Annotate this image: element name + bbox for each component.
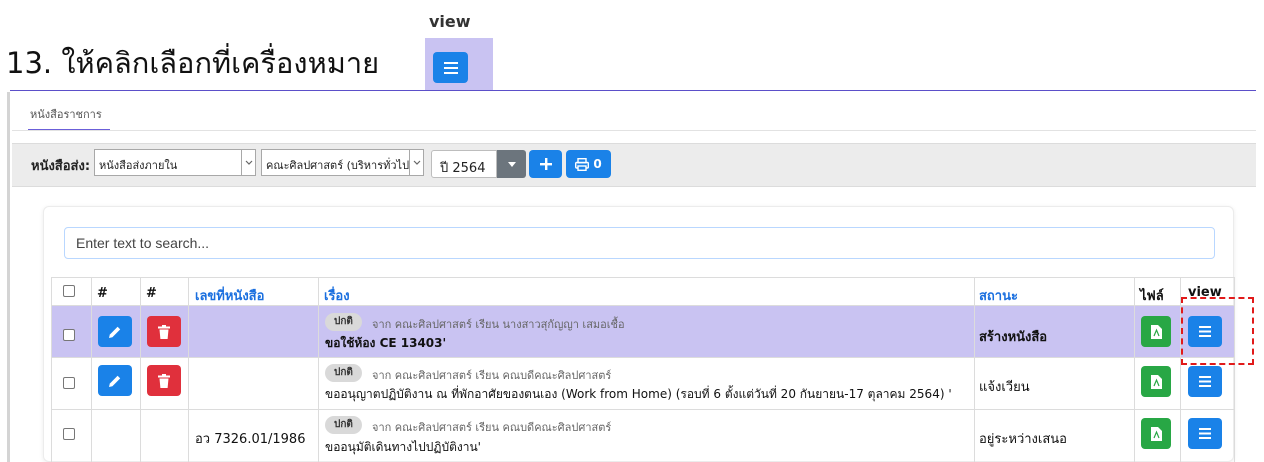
row-divider	[51, 357, 1235, 358]
header-status[interactable]: สถานะ	[979, 285, 1018, 306]
table-top-border	[51, 277, 1235, 278]
print-count: 0	[593, 157, 602, 171]
print-button[interactable]: 0	[566, 150, 611, 178]
file-pdf-icon	[1150, 374, 1162, 389]
pencil-icon	[109, 375, 121, 387]
doc-number: อว 7326.01/1986	[195, 432, 306, 447]
pdf-file-button[interactable]	[1141, 316, 1171, 347]
col-border	[188, 277, 189, 462]
header-divider	[10, 90, 1256, 91]
header-doc-number[interactable]: เลขที่หนังสือ	[195, 285, 264, 306]
year-dropdown-button[interactable]	[497, 150, 526, 178]
view-button[interactable]	[1188, 366, 1222, 397]
header-subject[interactable]: เรื่อง	[324, 285, 350, 306]
trash-icon	[158, 373, 170, 388]
row-divider	[51, 409, 1235, 410]
col-border	[318, 277, 319, 462]
view-button[interactable]	[1188, 418, 1222, 449]
tab-divider	[12, 130, 1256, 131]
status-text: แจ้งเวียน	[979, 380, 1030, 395]
organization-select[interactable]: คณะศิลปศาสตร์ (บริหารทั่วไป)	[261, 149, 424, 176]
document-title[interactable]: ขออนุญาตปฏิบัติงาน ณ ที่พักอาศัยของตนเอง…	[325, 385, 952, 404]
zoom-view-label: view	[429, 12, 471, 31]
status-text: อยู่ระหว่างเสนอ	[979, 432, 1067, 447]
sender-line: จาก คณะศิลปศาสตร์ เรียน คณบดีคณะศิลปศาสต…	[372, 421, 612, 434]
header-delete-col: #	[146, 286, 157, 301]
pencil-icon	[109, 326, 121, 338]
row-checkbox[interactable]	[63, 329, 75, 341]
plus-icon	[539, 158, 552, 170]
chevron-down-icon	[409, 150, 423, 175]
caret-down-icon	[507, 161, 516, 167]
col-border	[51, 277, 52, 462]
list-icon	[443, 61, 458, 74]
chevron-down-icon	[241, 150, 255, 175]
selected-row-highlight	[51, 306, 1235, 357]
col-border	[91, 277, 92, 462]
document-title[interactable]: ขอใช้ห้อง CE 13403'	[325, 334, 446, 353]
row-checkbox[interactable]	[63, 428, 75, 440]
printer-icon	[575, 157, 590, 171]
header-file: ไฟล์	[1140, 289, 1164, 304]
add-document-button[interactable]	[529, 150, 562, 178]
file-pdf-icon	[1150, 426, 1162, 441]
status-text: สร้างหนังสือ	[979, 330, 1048, 345]
col-border	[1134, 277, 1135, 462]
col-border	[140, 277, 141, 462]
select-all-checkbox[interactable]	[63, 285, 75, 297]
filter-label: หนังสือส่ง:	[31, 159, 91, 174]
list-icon	[1199, 428, 1211, 439]
document-title[interactable]: ขออนุมัติเดินทางไปปฏิบัติงาน'	[325, 438, 481, 457]
search-input[interactable]	[64, 227, 1215, 259]
year-field[interactable]: ปี 2564	[431, 150, 497, 178]
pdf-file-button[interactable]	[1141, 418, 1171, 449]
header-edit-col: #	[97, 286, 108, 301]
edit-button[interactable]	[98, 365, 132, 396]
delete-button[interactable]	[147, 316, 181, 347]
edit-button[interactable]	[98, 316, 132, 347]
list-icon	[1199, 376, 1211, 387]
priority-badge: ปกติ	[325, 416, 362, 434]
delete-button[interactable]	[147, 365, 181, 396]
zoom-view-button	[433, 52, 468, 83]
callout-highlight-box	[1181, 297, 1254, 365]
col-border	[974, 277, 975, 462]
page-left-border	[7, 92, 10, 462]
tab-official-documents[interactable]: หนังสือราชการ	[30, 105, 102, 123]
file-pdf-icon	[1150, 324, 1162, 339]
instruction-text: 13. ให้คลิกเลือกที่เครื่องหมาย	[6, 46, 380, 80]
sender-line: จาก คณะศิลปศาสตร์ เรียน คณบดีคณะศิลปศาสต…	[372, 369, 612, 382]
trash-icon	[158, 324, 170, 339]
row-checkbox[interactable]	[63, 377, 75, 389]
pdf-file-button[interactable]	[1141, 366, 1171, 397]
organization-value: คณะศิลปศาสตร์ (บริหารทั่วไป)	[266, 159, 414, 172]
priority-badge: ปกติ	[325, 364, 362, 382]
priority-badge: ปกติ	[325, 313, 362, 331]
sender-line: จาก คณะศิลปศาสตร์ เรียน นางสาวสุกัญญา เส…	[372, 318, 625, 331]
document-type-value: หนังสือส่งภายใน	[99, 159, 178, 172]
document-type-select[interactable]: หนังสือส่งภายใน	[94, 149, 256, 176]
